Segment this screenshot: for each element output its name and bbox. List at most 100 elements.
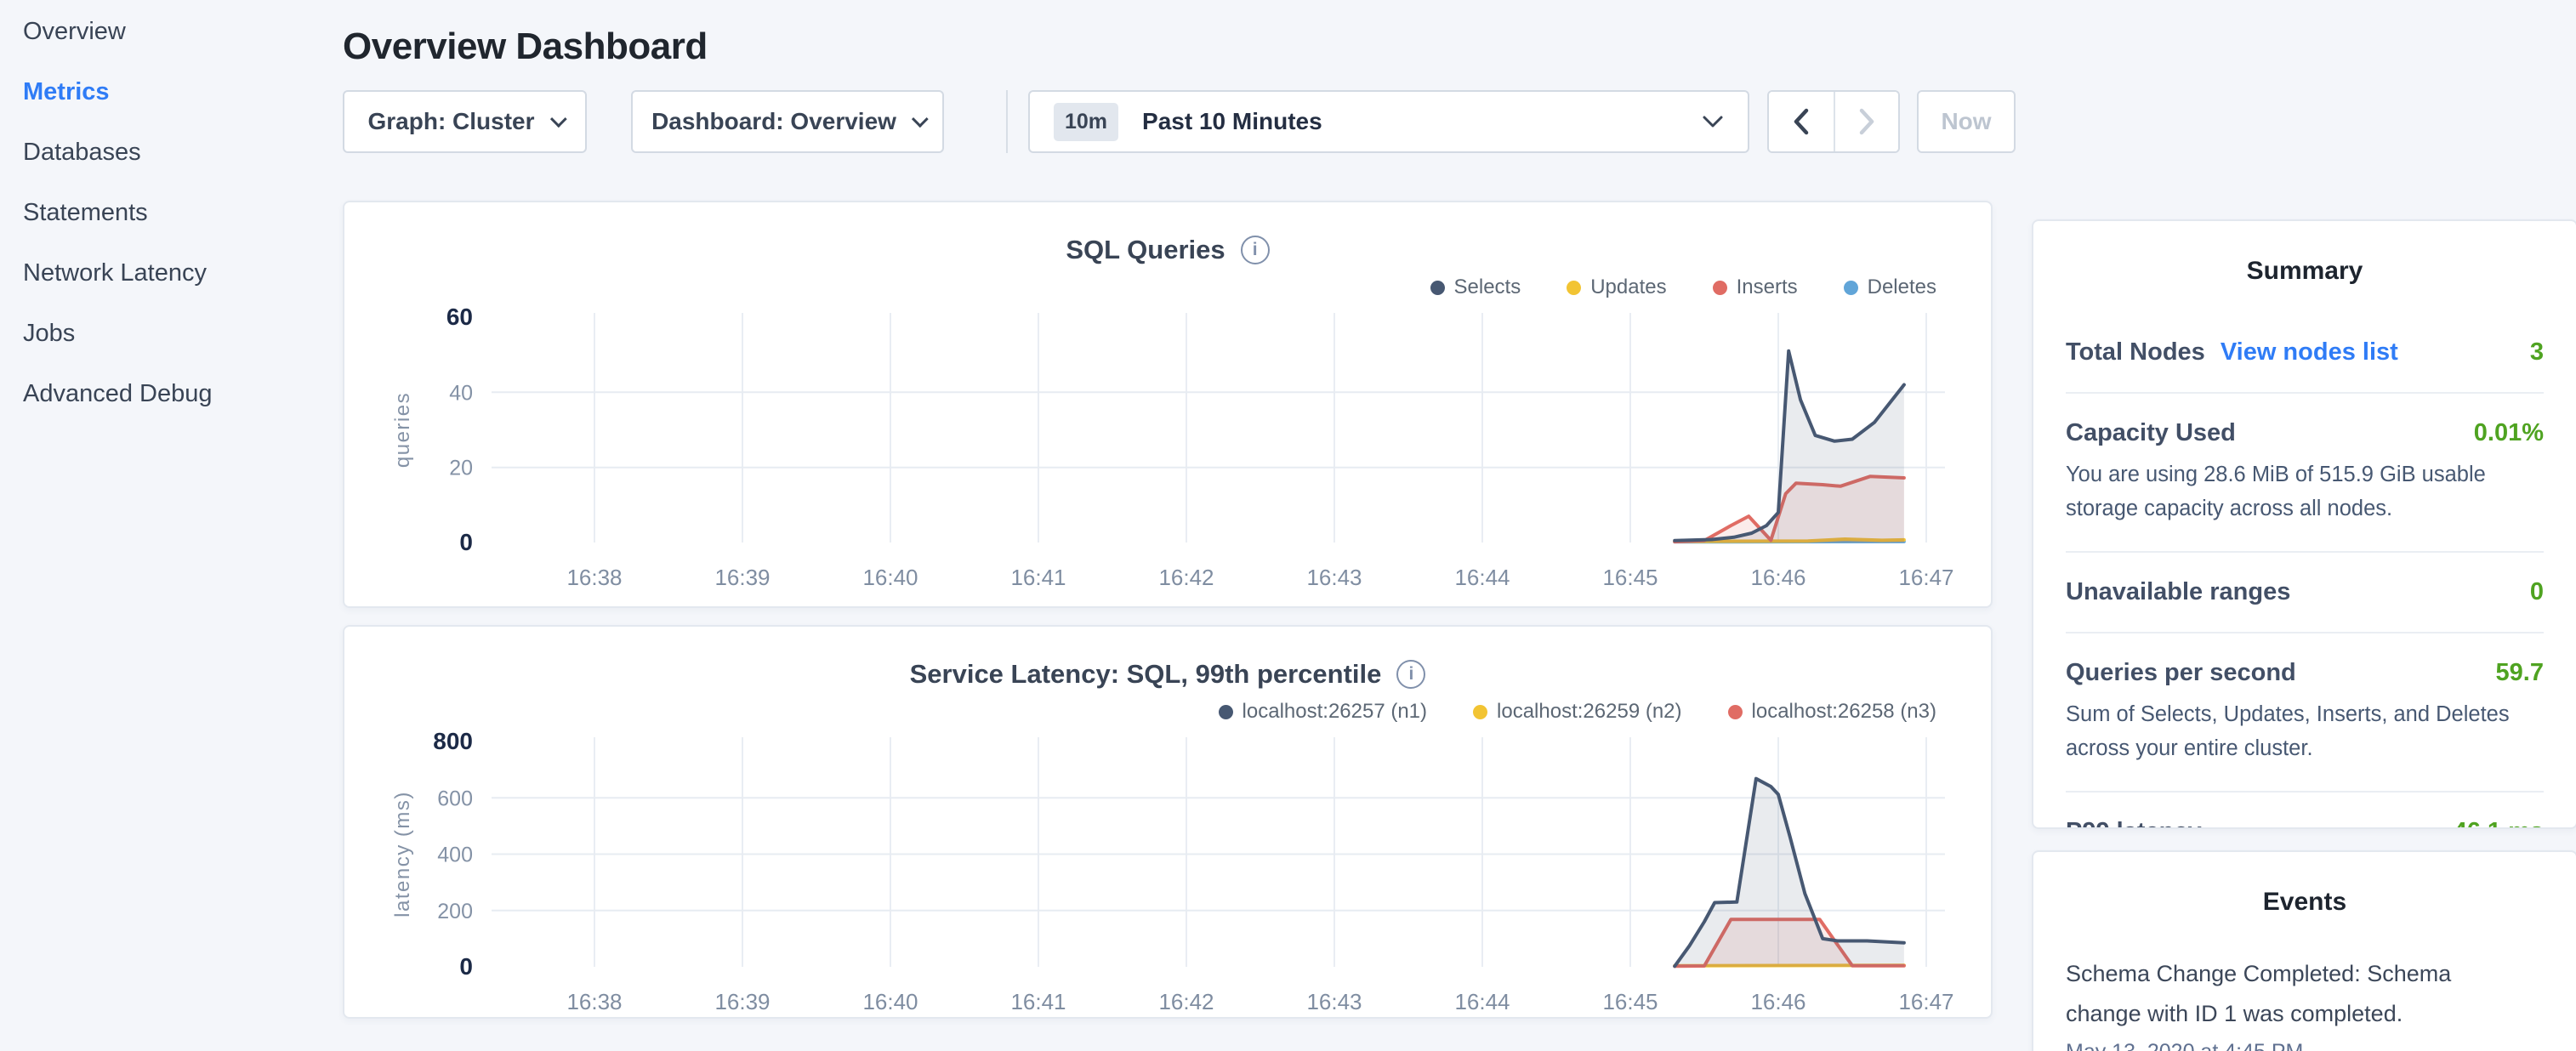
chart-title: SQL Queries [1066, 235, 1225, 265]
event-timestamp: May 13, 2020 at 4:45 PM [2066, 1040, 2544, 1051]
time-range-dropdown[interactable]: 10m Past 10 Minutes [1028, 90, 1749, 153]
capacity-used-description: You are using 28.6 MiB of 515.9 GiB usab… [2066, 458, 2544, 526]
time-window-label: Past 10 Minutes [1142, 108, 1322, 135]
legend-label: Selects [1454, 276, 1521, 299]
summary-title: Summary [2066, 257, 2544, 286]
summary-row-capacity: Capacity Used 0.01% [2066, 419, 2544, 447]
summary-row-p99-latency: P99 latency 46.1 ms [2066, 818, 2544, 829]
queries-per-second-label: Queries per second [2066, 659, 2296, 687]
chevron-left-icon [1792, 107, 1811, 136]
event-text: Schema Change Completed: Schema change w… [2066, 954, 2491, 1035]
time-window-badge: 10m [1054, 103, 1118, 141]
main-content: Overview Dashboard Graph: Cluster Dashbo… [343, 0, 2016, 1051]
chevron-down-icon [912, 111, 929, 128]
prev-time-button[interactable] [1769, 92, 1834, 151]
summary-panel: Summary Total Nodes View nodes list 3 Ca… [2032, 219, 2576, 829]
legend-item-inserts[interactable]: Inserts [1713, 276, 1798, 299]
legend-item-node2[interactable]: localhost:26259 (n2) [1473, 700, 1681, 724]
divider [2066, 392, 2544, 394]
svg-text:400: 400 [437, 844, 473, 867]
legend-dot [1473, 705, 1487, 719]
summary-row-total-nodes: Total Nodes View nodes list 3 [2066, 338, 2544, 366]
time-step-buttons [1767, 90, 1900, 153]
svg-text:16:43: 16:43 [1306, 565, 1362, 590]
legend-dot [1430, 281, 1445, 295]
capacity-used-value: 0.01% [2474, 419, 2544, 447]
sidebar-item-statements[interactable]: Statements [23, 183, 343, 243]
controls-divider [1006, 90, 1008, 153]
now-button[interactable]: Now [1917, 90, 2016, 153]
total-nodes-label: Total Nodes [2066, 338, 2205, 366]
svg-text:20: 20 [449, 457, 473, 480]
svg-text:16:44: 16:44 [1454, 565, 1510, 590]
sidebar-item-advanced-debug[interactable]: Advanced Debug [23, 364, 343, 424]
svg-text:16:47: 16:47 [1898, 989, 1953, 1014]
legend-item-deletes[interactable]: Deletes [1844, 276, 1936, 299]
svg-text:16:40: 16:40 [862, 565, 918, 590]
p99-latency-value: 46.1 ms [2454, 818, 2544, 829]
svg-text:16:42: 16:42 [1158, 989, 1214, 1014]
events-panel: Events Schema Change Completed: Schema c… [2032, 850, 2576, 1051]
legend-item-node1[interactable]: localhost:26257 (n1) [1219, 700, 1427, 724]
svg-text:16:42: 16:42 [1158, 565, 1214, 590]
app-root: Overview Metrics Databases Statements Ne… [0, 0, 2576, 1051]
svg-text:16:40: 16:40 [862, 989, 918, 1014]
svg-text:latency (ms): latency (ms) [391, 791, 414, 917]
svg-text:16:41: 16:41 [1010, 565, 1066, 590]
total-nodes-value: 3 [2530, 338, 2544, 366]
svg-text:16:46: 16:46 [1750, 565, 1805, 590]
svg-text:16:41: 16:41 [1010, 989, 1066, 1014]
legend-label: Inserts [1737, 276, 1798, 299]
legend-item-node3[interactable]: localhost:26258 (n3) [1728, 700, 1936, 724]
chart-title: Service Latency: SQL, 99th percentile [910, 659, 1382, 690]
right-panel: Summary Total Nodes View nodes list 3 Ca… [2032, 0, 2576, 1051]
dashboard-dropdown-label: Dashboard: Overview [651, 108, 896, 135]
dashboard-dropdown[interactable]: Dashboard: Overview [631, 90, 944, 153]
unavailable-ranges-value: 0 [2530, 578, 2544, 606]
event-list-item[interactable]: Schema Change Completed: Schema change w… [2066, 954, 2544, 1051]
service-latency-plot[interactable]: 020040060080016:3816:3916:4016:4116:4216… [360, 729, 1976, 1019]
queries-per-second-description: Sum of Selects, Updates, Inserts, and De… [2066, 698, 2544, 765]
svg-text:60: 60 [446, 304, 473, 330]
sidebar-item-databases[interactable]: Databases [23, 122, 343, 183]
graph-dropdown[interactable]: Graph: Cluster [343, 90, 587, 153]
sidebar-item-network-latency[interactable]: Network Latency [23, 243, 343, 304]
chevron-down-icon [1702, 115, 1724, 128]
sidebar-item-overview[interactable]: Overview [23, 2, 343, 62]
chart-title-row: SQL Queries [344, 233, 1991, 267]
svg-text:16:45: 16:45 [1602, 565, 1658, 590]
summary-row-qps: Queries per second 59.7 [2066, 659, 2544, 687]
chart-legend: Selects Updates Inserts Deletes [344, 274, 1936, 301]
legend-dot [1728, 705, 1743, 719]
chevron-down-icon [549, 111, 566, 128]
svg-text:16:43: 16:43 [1306, 989, 1362, 1014]
svg-text:16:46: 16:46 [1750, 989, 1805, 1014]
divider [2066, 791, 2544, 793]
svg-text:16:45: 16:45 [1602, 989, 1658, 1014]
sidebar-item-metrics[interactable]: Metrics [23, 62, 343, 122]
legend-item-updates[interactable]: Updates [1567, 276, 1666, 299]
controls-bar: Graph: Cluster Dashboard: Overview 10m P… [343, 90, 2016, 153]
legend-item-selects[interactable]: Selects [1430, 276, 1521, 299]
svg-text:16:47: 16:47 [1898, 565, 1953, 590]
queries-per-second-value: 59.7 [2496, 659, 2544, 687]
legend-label: Deletes [1868, 276, 1936, 299]
info-icon[interactable] [1396, 660, 1425, 689]
chart-title-row: Service Latency: SQL, 99th percentile [344, 657, 1991, 691]
svg-text:0: 0 [459, 529, 473, 555]
svg-text:16:39: 16:39 [714, 989, 770, 1014]
sql-queries-plot[interactable]: 020406016:3816:3916:4016:4116:4216:4316:… [360, 304, 1976, 602]
svg-text:16:38: 16:38 [566, 989, 622, 1014]
svg-text:200: 200 [437, 900, 473, 923]
unavailable-ranges-label: Unavailable ranges [2066, 578, 2290, 606]
view-nodes-list-link[interactable]: View nodes list [2221, 338, 2398, 366]
capacity-used-label: Capacity Used [2066, 419, 2236, 447]
events-title: Events [2066, 888, 2544, 917]
info-icon[interactable] [1241, 236, 1270, 264]
next-time-button[interactable] [1834, 92, 1898, 151]
graph-dropdown-label: Graph: Cluster [367, 108, 534, 135]
sidebar-item-jobs[interactable]: Jobs [23, 304, 343, 364]
svg-text:16:39: 16:39 [714, 565, 770, 590]
legend-dot [1844, 281, 1858, 295]
legend-label: localhost:26259 (n2) [1497, 700, 1681, 724]
